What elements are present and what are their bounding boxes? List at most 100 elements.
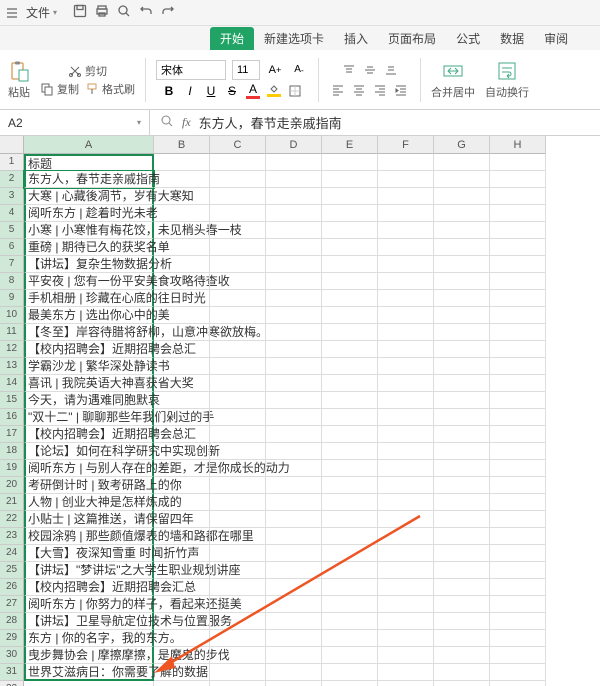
cell[interactable]	[490, 154, 546, 171]
cell[interactable]	[378, 494, 434, 511]
cell[interactable]	[210, 443, 266, 460]
underline-button[interactable]: U	[202, 82, 220, 100]
cell[interactable]	[378, 596, 434, 613]
cell[interactable]	[322, 290, 378, 307]
print-icon[interactable]	[95, 4, 109, 21]
redo-icon[interactable]	[161, 4, 175, 21]
cell[interactable]	[490, 205, 546, 222]
row-head[interactable]: 13	[0, 358, 24, 375]
cell[interactable]	[266, 545, 322, 562]
cell[interactable]	[322, 222, 378, 239]
cell[interactable]: 世界艾滋病日：你需要了解的数据	[24, 664, 154, 681]
cell[interactable]	[322, 171, 378, 188]
cell[interactable]	[490, 392, 546, 409]
cell[interactable]	[490, 290, 546, 307]
cell[interactable]	[266, 443, 322, 460]
cell[interactable]	[490, 375, 546, 392]
cell[interactable]	[154, 511, 210, 528]
cell[interactable]	[322, 562, 378, 579]
font-size-select[interactable]	[232, 60, 260, 80]
cell[interactable]	[154, 409, 210, 426]
cell[interactable]	[322, 188, 378, 205]
cell[interactable]: 小贴士 | 这篇推送，请保留四年	[24, 511, 154, 528]
cell[interactable]	[378, 256, 434, 273]
cell[interactable]	[210, 409, 266, 426]
cell[interactable]	[154, 562, 210, 579]
cell[interactable]	[378, 545, 434, 562]
cell[interactable]	[322, 205, 378, 222]
cell[interactable]: 人物 | 创业大神是怎样炼成的	[24, 494, 154, 511]
cell[interactable]	[266, 171, 322, 188]
cell[interactable]	[154, 341, 210, 358]
cell[interactable]	[266, 528, 322, 545]
font-color-button[interactable]: A	[244, 82, 262, 100]
cell[interactable]	[210, 545, 266, 562]
cell[interactable]	[490, 341, 546, 358]
name-box[interactable]: A2 ▾	[0, 110, 150, 135]
cell[interactable]	[266, 681, 322, 686]
copy-button[interactable]: 复制	[40, 81, 79, 97]
cell[interactable]	[154, 205, 210, 222]
cell[interactable]	[490, 664, 546, 681]
cell[interactable]	[210, 426, 266, 443]
cell[interactable]	[154, 358, 210, 375]
row-head[interactable]: 9	[0, 290, 24, 307]
cell[interactable]	[210, 596, 266, 613]
row-head[interactable]: 30	[0, 647, 24, 664]
cell[interactable]	[266, 188, 322, 205]
cell[interactable]	[266, 375, 322, 392]
cell[interactable]	[378, 307, 434, 324]
cell[interactable]: "双十二" | 聊聊那些年我们剁过的手	[24, 409, 154, 426]
cell[interactable]	[378, 290, 434, 307]
cell[interactable]	[266, 290, 322, 307]
fill-color-button[interactable]	[265, 82, 283, 100]
save-icon[interactable]	[73, 4, 87, 21]
cell[interactable]	[322, 460, 378, 477]
cell[interactable]	[322, 392, 378, 409]
cell[interactable]	[378, 205, 434, 222]
cell[interactable]	[378, 460, 434, 477]
cell[interactable]	[434, 358, 490, 375]
cell[interactable]	[378, 511, 434, 528]
cell[interactable]	[210, 392, 266, 409]
cell[interactable]	[490, 443, 546, 460]
select-all-corner[interactable]	[0, 136, 24, 154]
row-head[interactable]: 21	[0, 494, 24, 511]
cell[interactable]	[210, 375, 266, 392]
cell[interactable]	[378, 579, 434, 596]
cell[interactable]	[322, 307, 378, 324]
cell[interactable]	[322, 443, 378, 460]
search-icon[interactable]	[160, 114, 174, 131]
wrap-text-button[interactable]: 自动换行	[485, 60, 529, 100]
cell[interactable]	[210, 613, 266, 630]
cell[interactable]	[322, 664, 378, 681]
cell[interactable]	[322, 273, 378, 290]
cell[interactable]	[266, 647, 322, 664]
row-head[interactable]: 4	[0, 205, 24, 222]
cell[interactable]	[154, 171, 210, 188]
cell[interactable]	[434, 460, 490, 477]
align-center-icon[interactable]	[350, 81, 368, 99]
cell[interactable]	[210, 290, 266, 307]
cell[interactable]	[322, 477, 378, 494]
cell[interactable]	[266, 596, 322, 613]
cell[interactable]: 【论坛】如何在科学研究中实现创新	[24, 443, 154, 460]
cell[interactable]	[266, 630, 322, 647]
cell[interactable]: 重磅 | 期待已久的获奖名单	[24, 239, 154, 256]
row-head[interactable]: 8	[0, 273, 24, 290]
cell[interactable]	[434, 341, 490, 358]
cell[interactable]	[322, 613, 378, 630]
cell[interactable]	[266, 341, 322, 358]
cell[interactable]	[322, 154, 378, 171]
col-head-d[interactable]: D	[266, 136, 322, 154]
cell[interactable]	[490, 681, 546, 686]
cell[interactable]: 考研倒计时 | 致考研路上的你	[24, 477, 154, 494]
cell[interactable]	[378, 341, 434, 358]
cell[interactable]	[434, 511, 490, 528]
cell[interactable]	[266, 307, 322, 324]
row-head[interactable]: 2	[0, 171, 24, 188]
cell[interactable]: 【讲坛】"梦讲坛"之大学生职业规划讲座	[24, 562, 154, 579]
increase-font-icon[interactable]: A+	[266, 61, 284, 79]
cell[interactable]	[378, 613, 434, 630]
cell[interactable]: 【校内招聘会】近期招聘会汇总	[24, 579, 154, 596]
